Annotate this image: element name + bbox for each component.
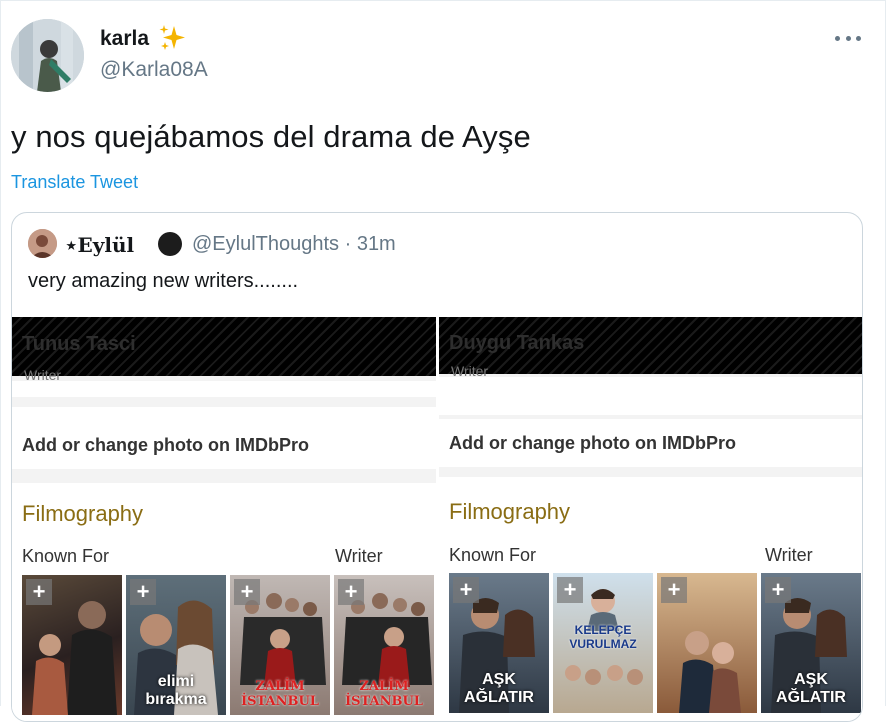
- quoted-avatar: [28, 229, 57, 258]
- poster-1[interactable]: +: [22, 575, 122, 715]
- poster-title: ZALİM İSTANBUL: [345, 679, 423, 709]
- quoted-image-left[interactable]: Tunus Tasci Writer Add or change photo o…: [12, 317, 436, 721]
- known-for-label: Known For: [449, 545, 537, 565]
- tweet-text: y nos quejábamos del drama de Ayşe: [11, 119, 531, 154]
- poster-7[interactable]: +: [657, 573, 757, 713]
- divider-row: [439, 377, 862, 415]
- author-display-name[interactable]: karla: [100, 27, 149, 51]
- poster-title: AŞK AĞLATIR: [464, 671, 534, 706]
- filmography-heading: Filmography: [22, 501, 144, 526]
- quoted-tweet[interactable]: ⋆Eylül @EylulThoughts · 31m very amazing…: [11, 212, 863, 722]
- author-handle[interactable]: @Karla08A: [100, 58, 208, 82]
- add-watchlist-icon[interactable]: +: [130, 579, 156, 605]
- poster-4[interactable]: + ZALİM İSTANBUL: [334, 575, 434, 715]
- poster-title: elimi bırakma: [145, 673, 207, 708]
- add-photo-link[interactable]: Add or change photo on IMDbPro: [22, 435, 309, 456]
- filmography-heading: Filmography: [449, 499, 571, 524]
- author-avatar[interactable]: [11, 19, 84, 92]
- poster-6[interactable]: + KELEPÇE VURULMAZ: [553, 573, 653, 713]
- quoted-handle-time: @EylulThoughts · 31m: [192, 233, 396, 255]
- add-watchlist-icon[interactable]: +: [453, 577, 479, 603]
- imdb-person-name: Tunus Tasci: [22, 333, 136, 355]
- poster-title: ZALİM İSTANBUL: [241, 679, 319, 709]
- dark-circle-emoji-icon: [158, 232, 182, 256]
- poster-5[interactable]: + AŞK AĞLATIR: [449, 573, 549, 713]
- add-watchlist-icon[interactable]: +: [661, 577, 687, 603]
- divider-row: [12, 381, 436, 397]
- add-watchlist-icon[interactable]: +: [338, 579, 364, 605]
- poster-title: KELEPÇE VURULMAZ: [569, 623, 637, 651]
- writer-label: Writer: [335, 546, 383, 566]
- more-options-icon[interactable]: [835, 29, 861, 47]
- poster-2[interactable]: + elimi bırakma: [126, 575, 226, 715]
- poster-3[interactable]: + ZALİM İSTANBUL: [230, 575, 330, 715]
- known-for-label: Known For: [22, 546, 110, 566]
- add-photo-link[interactable]: Add or change photo on IMDbPro: [449, 433, 736, 454]
- quoted-display-name: ⋆Eylül: [65, 233, 135, 257]
- sparkles-icon: [157, 23, 187, 58]
- add-watchlist-icon[interactable]: +: [765, 577, 791, 603]
- divider: [12, 401, 436, 405]
- imdb-person-name: Duygu Tankas: [449, 332, 585, 354]
- add-watchlist-icon[interactable]: +: [234, 579, 260, 605]
- quoted-image-right[interactable]: Duygu Tankas Writer Add or change photo …: [439, 317, 862, 721]
- add-watchlist-icon[interactable]: +: [557, 577, 583, 603]
- tweet-card: karla @Karla08A y nos quejábamos del dra…: [0, 0, 886, 722]
- writer-label: Writer: [765, 545, 813, 565]
- poster-8[interactable]: + AŞK AĞLATIR: [761, 573, 861, 713]
- translate-tweet-link[interactable]: Translate Tweet: [11, 172, 138, 193]
- poster-title: AŞK AĞLATIR: [776, 671, 846, 706]
- quoted-text: very amazing new writers........: [28, 270, 299, 292]
- add-watchlist-icon[interactable]: +: [26, 579, 52, 605]
